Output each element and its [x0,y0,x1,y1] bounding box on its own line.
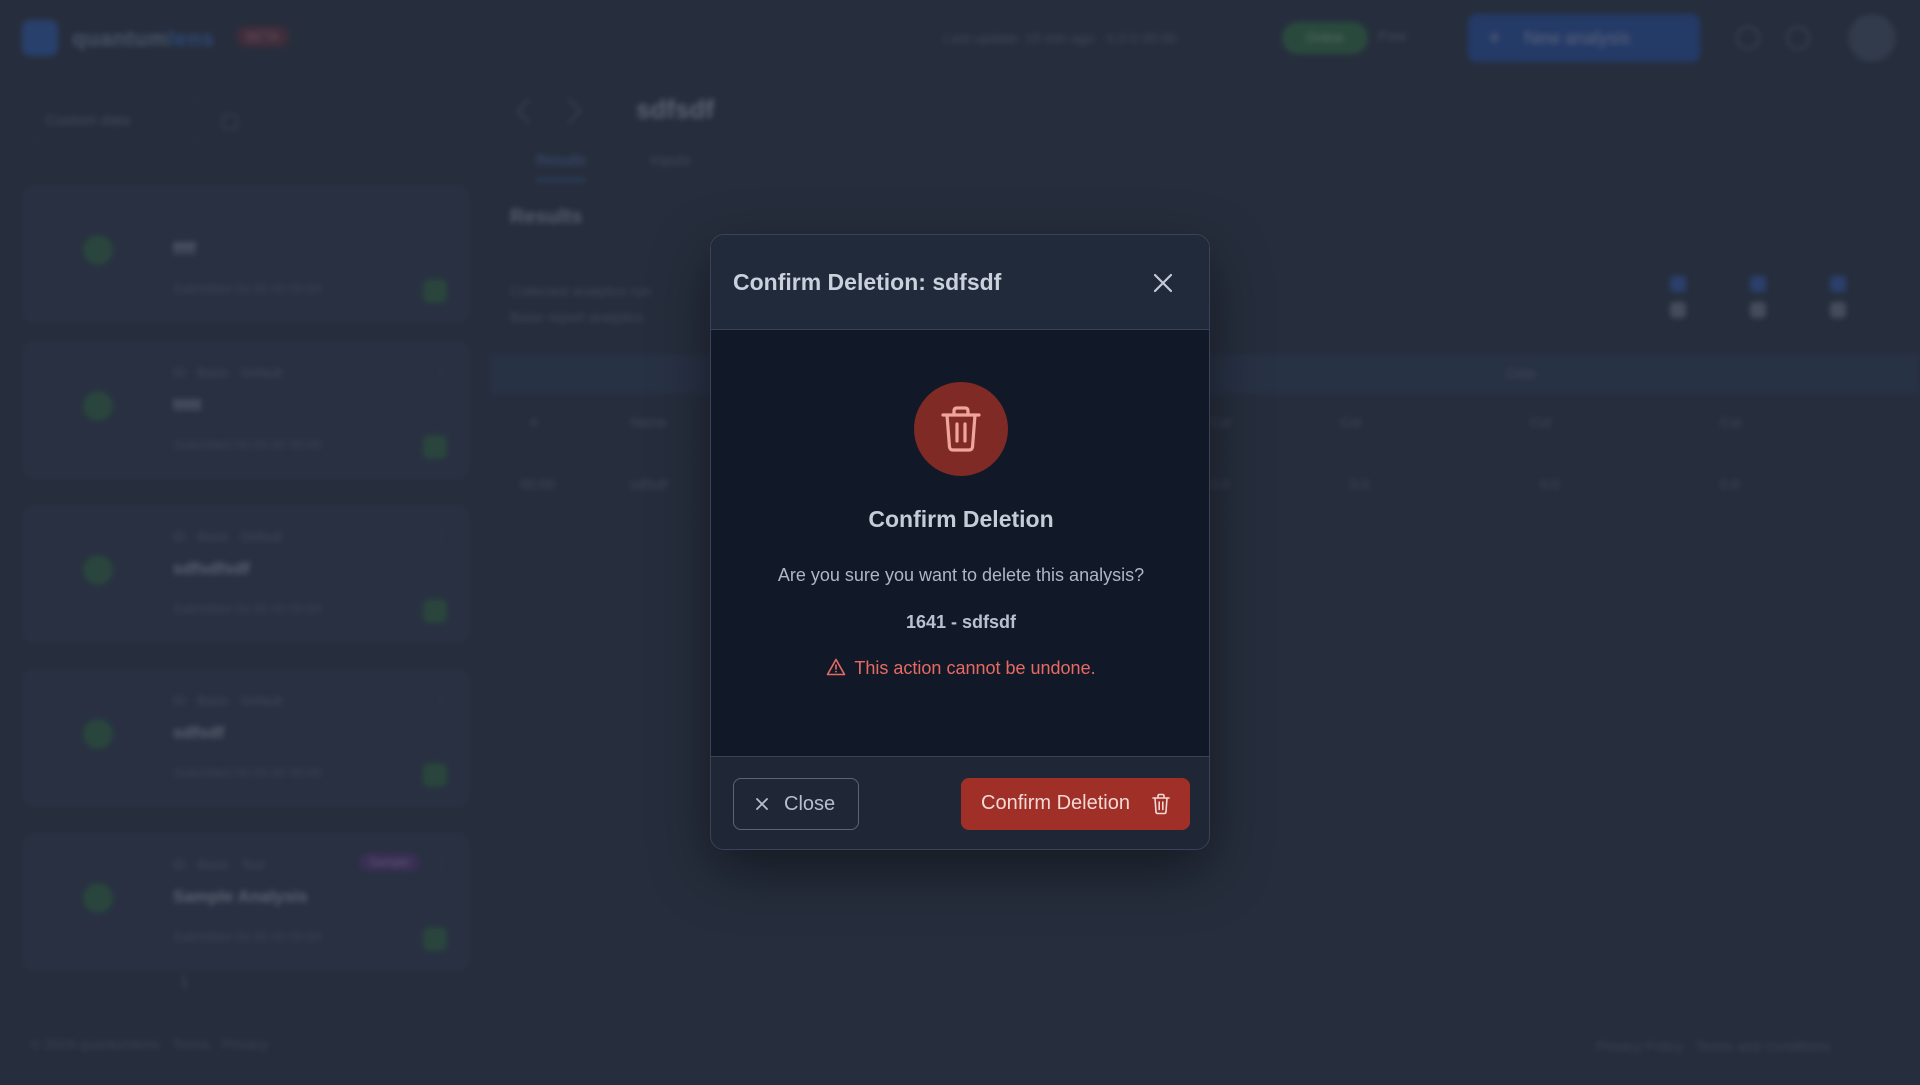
trash-icon [1152,793,1170,815]
dialog-footer: Close Confirm Deletion [711,756,1209,849]
close-button[interactable]: Close [733,778,859,830]
trash-icon-badge [914,382,1008,476]
analysis-identifier: 1641 - sdfsdf [905,612,1017,632]
dialog-title: Confirm Deletion: sdfsdf [733,269,1002,295]
dialog-heading: Confirm Deletion [868,506,1054,532]
close-icon[interactable] [1149,269,1177,297]
dialog-question: Are you sure you want to delete this ana… [777,565,1145,585]
warning-icon [827,658,846,676]
close-icon [756,798,768,810]
warning-message: This action cannot be undone. [711,658,1209,679]
confirm-delete-dialog: Confirm Deletion: sdfsdf Confirm Deletio… [710,234,1210,850]
dialog-body: Confirm Deletion Are you sure you want t… [711,330,1209,756]
dialog-header: Confirm Deletion: sdfsdf [711,235,1209,330]
trash-icon [941,406,981,452]
confirm-deletion-button[interactable]: Confirm Deletion [961,778,1190,830]
